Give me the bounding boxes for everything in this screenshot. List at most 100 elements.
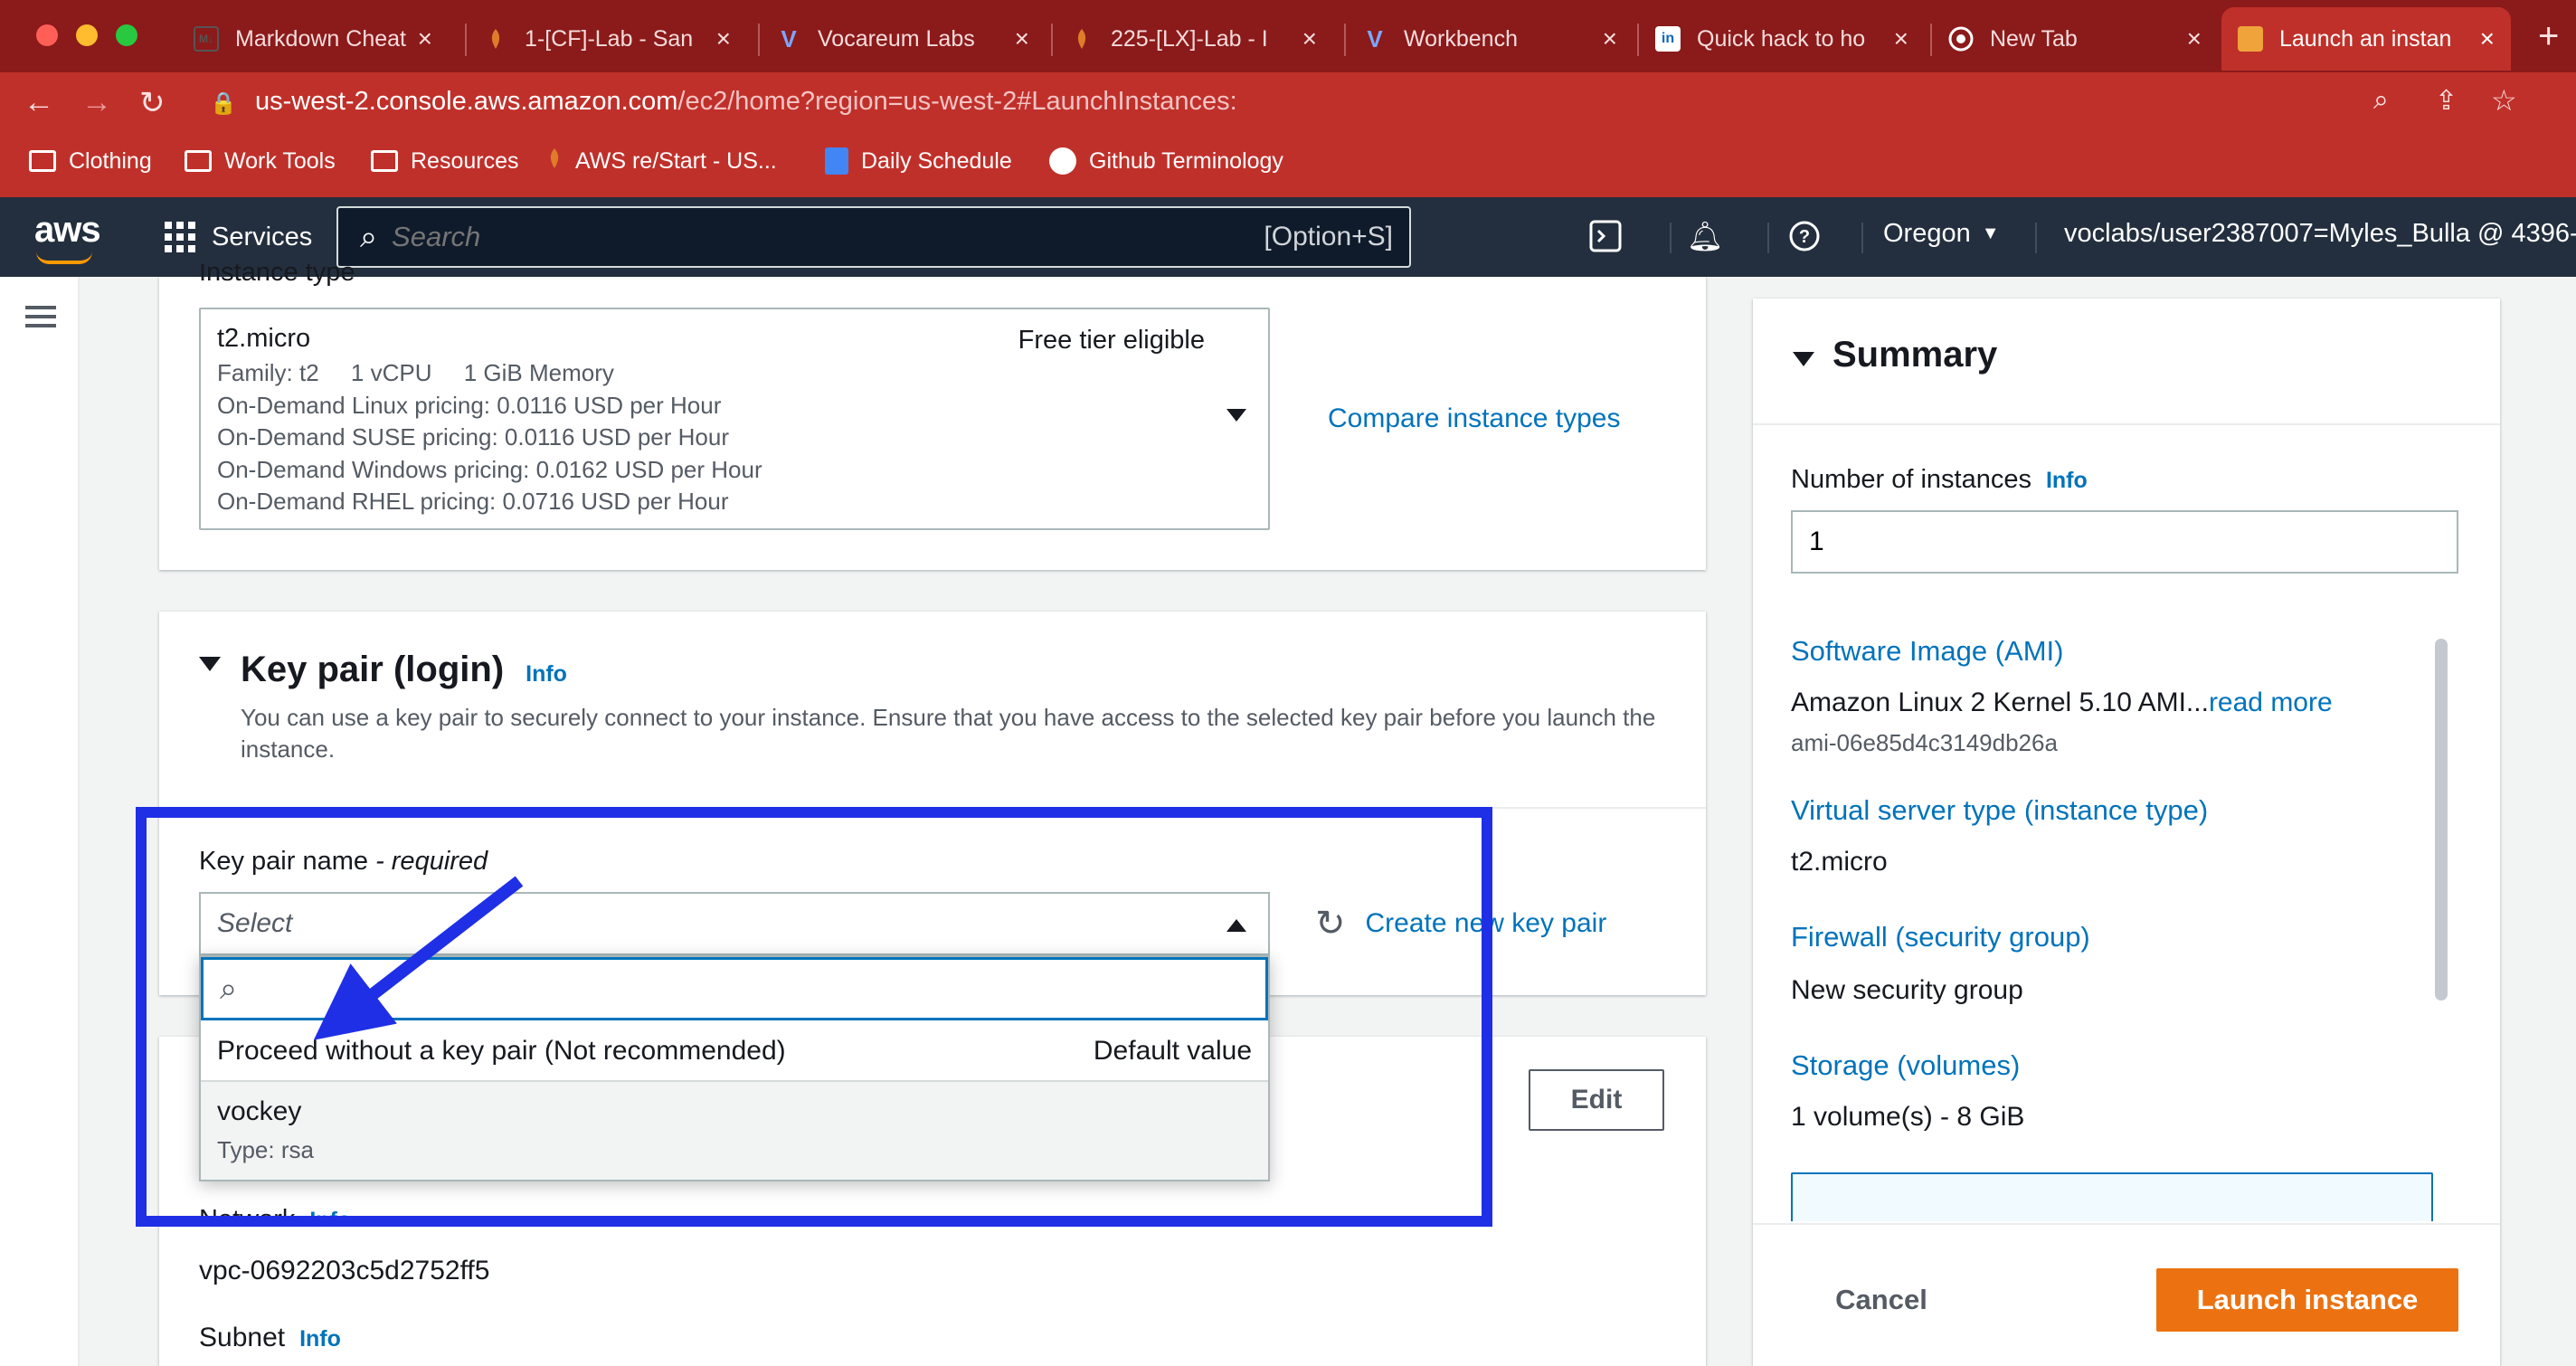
summary-ami-link[interactable]: Software Image (AMI) [1791,635,2063,668]
close-tab-icon[interactable]: × [1603,24,1617,53]
num-instances-label: Number of instances [1791,465,2031,494]
dropdown-search[interactable]: ⌕ [201,957,1268,1020]
browser-tab[interactable]: in Quick hack to ho × [1639,7,1925,71]
summary-instance-type-link[interactable]: Virtual server type (instance type) [1791,794,2208,827]
markdown-icon: M↓ [194,26,219,52]
summary-firewall-value: New security group [1791,975,2023,1005]
instance-vcpu: 1 vCPU [350,359,432,386]
services-menu-button[interactable]: Services [165,215,312,259]
cancel-button[interactable]: Cancel [1809,1270,1954,1330]
back-arrow-icon[interactable]: ← [24,85,54,120]
browser-tab[interactable]: 225-[LX]-Lab - I × [1053,7,1333,71]
browser-tab[interactable]: V Workbench × [1346,7,1634,71]
summary-scrollbar[interactable] [2435,639,2448,1001]
bookmark-resources[interactable]: Resources [371,143,519,179]
bookmark-clothing[interactable]: Clothing [29,143,152,179]
ami-id: ami-06e85d4c3149db26a [1791,729,2058,756]
option-vockey[interactable]: vockey Type: rsa [201,1082,1268,1180]
collapse-caret-icon[interactable] [199,657,221,671]
close-tab-icon[interactable]: × [418,24,432,53]
help-icon[interactable]: ? [1784,215,1825,257]
url-host: us-west-2.console.aws.amazon.com [255,86,678,116]
menu-icon[interactable] [25,306,56,309]
folder-icon [29,150,56,172]
instance-type-select[interactable]: t2.micro Free tier eligible Family: t2 1… [199,308,1270,530]
browser-tab[interactable]: V Vocareum Labs × [760,7,1046,71]
instance-family: Family: t2 [217,359,319,386]
svg-text:?: ? [1799,227,1810,247]
docs-icon [825,147,848,175]
region-selector[interactable]: Oregon ▼ [1883,219,2000,249]
summary-storage-link[interactable]: Storage (volumes) [1791,1049,2020,1082]
window-minimize-button[interactable] [76,24,98,46]
bookmark-github-terminology[interactable]: Github Terminology [1049,143,1283,179]
bookmark-star-icon[interactable]: ☆ [2491,83,2517,118]
dropdown-search-input[interactable] [253,973,1265,1004]
compare-instance-types-link[interactable]: Compare instance types [1328,403,1621,434]
num-instances-input[interactable] [1791,510,2458,574]
browser-tab[interactable]: New Tab × [1932,7,2218,71]
cloudshell-icon[interactable] [1585,215,1626,257]
close-tab-icon[interactable]: × [1015,24,1029,53]
close-tab-icon[interactable]: × [1894,24,1908,53]
key-pair-select[interactable]: Select [199,892,1270,955]
reload-icon[interactable]: ↻ [139,85,166,121]
aws-search-input[interactable] [392,221,1264,253]
search-icon: ⌕ [220,971,238,1006]
summary-firewall-link[interactable]: Firewall (security group) [1791,921,2090,953]
num-instances-info-link[interactable]: Info [2046,468,2088,494]
option-no-key-pair[interactable]: Proceed without a key pair (Not recommen… [201,1022,1268,1082]
chrome-icon [1948,26,1974,52]
subnet-info-link[interactable]: Info [299,1326,341,1352]
summary-storage-value: 1 volume(s) - 8 GiB [1791,1102,2025,1132]
services-grid-icon [165,222,195,252]
address-bar[interactable]: us-west-2.console.aws.amazon.com/ec2/hom… [255,72,2426,130]
close-tab-icon[interactable]: × [716,24,731,53]
summary-instance-type-value: t2.micro [1791,847,1888,877]
read-more-link[interactable]: read more [2209,688,2333,717]
notifications-bell-icon[interactable]: 🔔︎ [1684,215,1726,257]
window-zoom-button[interactable] [116,24,137,46]
share-icon[interactable]: ⇪ [2435,85,2458,117]
vocareum-icon: V [781,24,797,52]
divider [159,807,1706,809]
browser-tab[interactable]: M↓ Markdown Cheat × [177,7,449,71]
key-type: Type: rsa [217,1136,314,1163]
bookmark-aws-restart[interactable]: AWS re/Start - US... [546,143,777,179]
aws-console-header: aws Services ⌕ [Option+S] 🔔︎ ? Oregon▼ v… [0,197,2576,277]
account-menu[interactable]: voclabs/user2387007=Myles_Bulla @ 4396-4… [2064,219,2576,249]
close-tab-icon[interactable]: × [2187,24,2202,53]
network-label: Network [199,1205,296,1221]
new-tab-button[interactable]: + [2538,16,2559,57]
launch-instance-button[interactable]: Launch instance [2156,1268,2458,1332]
aws-logo[interactable]: aws [34,210,101,264]
create-key-pair-link[interactable]: ↻ Create new key pair [1315,903,1606,944]
forward-arrow-icon[interactable]: → [81,85,112,120]
browser-tab-active[interactable]: Launch an instan × [2221,7,2511,71]
aws-search-bar[interactable]: ⌕ [Option+S] [336,206,1411,268]
close-tab-icon[interactable]: × [2480,24,2495,53]
summary-scroll-area: Software Image (AMI) Amazon Linux 2 Kern… [1787,633,2439,1221]
edit-network-button[interactable]: Edit [1529,1069,1664,1131]
key-pair-title: Key pair (login) [241,650,505,689]
select-placeholder: Select [217,908,293,938]
lock-icon[interactable]: 🔒 [210,90,237,117]
url-path: /ec2/home?region=us-west-2#LaunchInstanc… [677,86,1237,116]
browser-tab[interactable]: 1-[CF]-Lab - San × [467,7,747,71]
aws-box-icon [2238,26,2263,52]
refresh-icon[interactable]: ↻ [1315,903,1346,944]
browser-toolbar: ← → ↻ 🔒 us-west-2.console.aws.amazon.com… [0,72,2576,206]
key-pair-dropdown: ⌕ Proceed without a key pair (Not recomm… [199,955,1270,1181]
search-shortcut-hint: [Option+S] [1264,222,1393,251]
close-tab-icon[interactable]: × [1302,24,1317,53]
bookmark-work-tools[interactable]: Work Tools [185,143,336,179]
window-close-button[interactable] [36,24,58,46]
bookmark-daily-schedule[interactable]: Daily Schedule [825,143,1012,179]
zoom-icon[interactable]: ⌕ [2373,85,2389,116]
collapse-caret-icon[interactable] [1793,352,1814,366]
pricing-linux: On-Demand Linux pricing: 0.0116 USD per … [217,391,722,419]
key-pair-info-link[interactable]: Info [526,661,567,688]
pricing-rhel: On-Demand RHEL pricing: 0.0716 USD per H… [217,488,729,515]
network-info-link[interactable]: Info [309,1208,351,1221]
aws-restart-icon [483,26,508,52]
